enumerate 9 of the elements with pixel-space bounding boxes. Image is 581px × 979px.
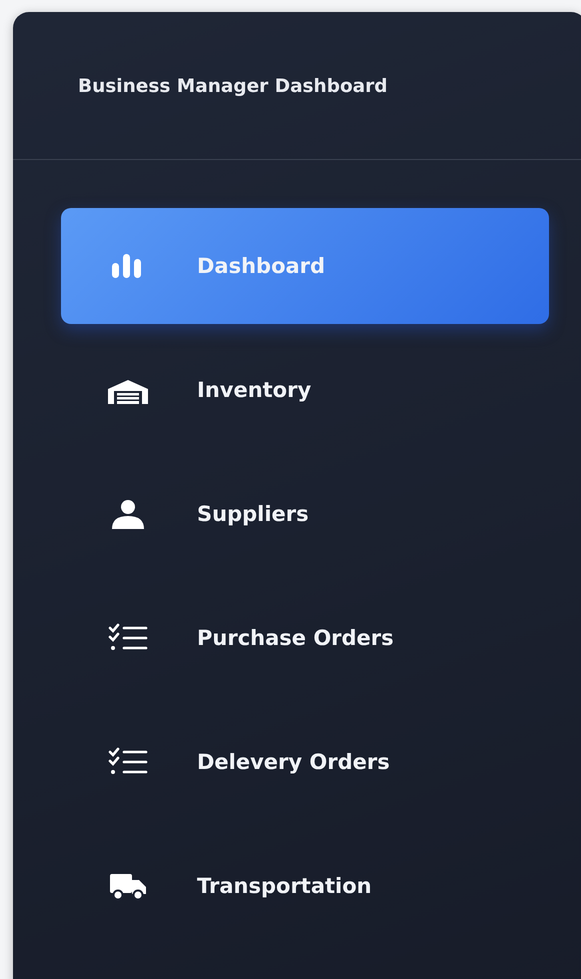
nav-item[interactable]: Inventory xyxy=(61,332,549,448)
sidebar-title: Business Manager Dashboard xyxy=(78,76,388,97)
checklist-icon xyxy=(108,623,148,653)
nav-item[interactable]: Purchase Orders xyxy=(61,580,549,696)
nav-item[interactable]: Suppliers xyxy=(61,456,549,572)
truck-icon xyxy=(108,871,148,901)
checklist-icon xyxy=(108,747,148,777)
nav-item[interactable]: Transportation xyxy=(61,828,549,944)
nav-item[interactable]: Delevery Orders xyxy=(61,704,549,820)
